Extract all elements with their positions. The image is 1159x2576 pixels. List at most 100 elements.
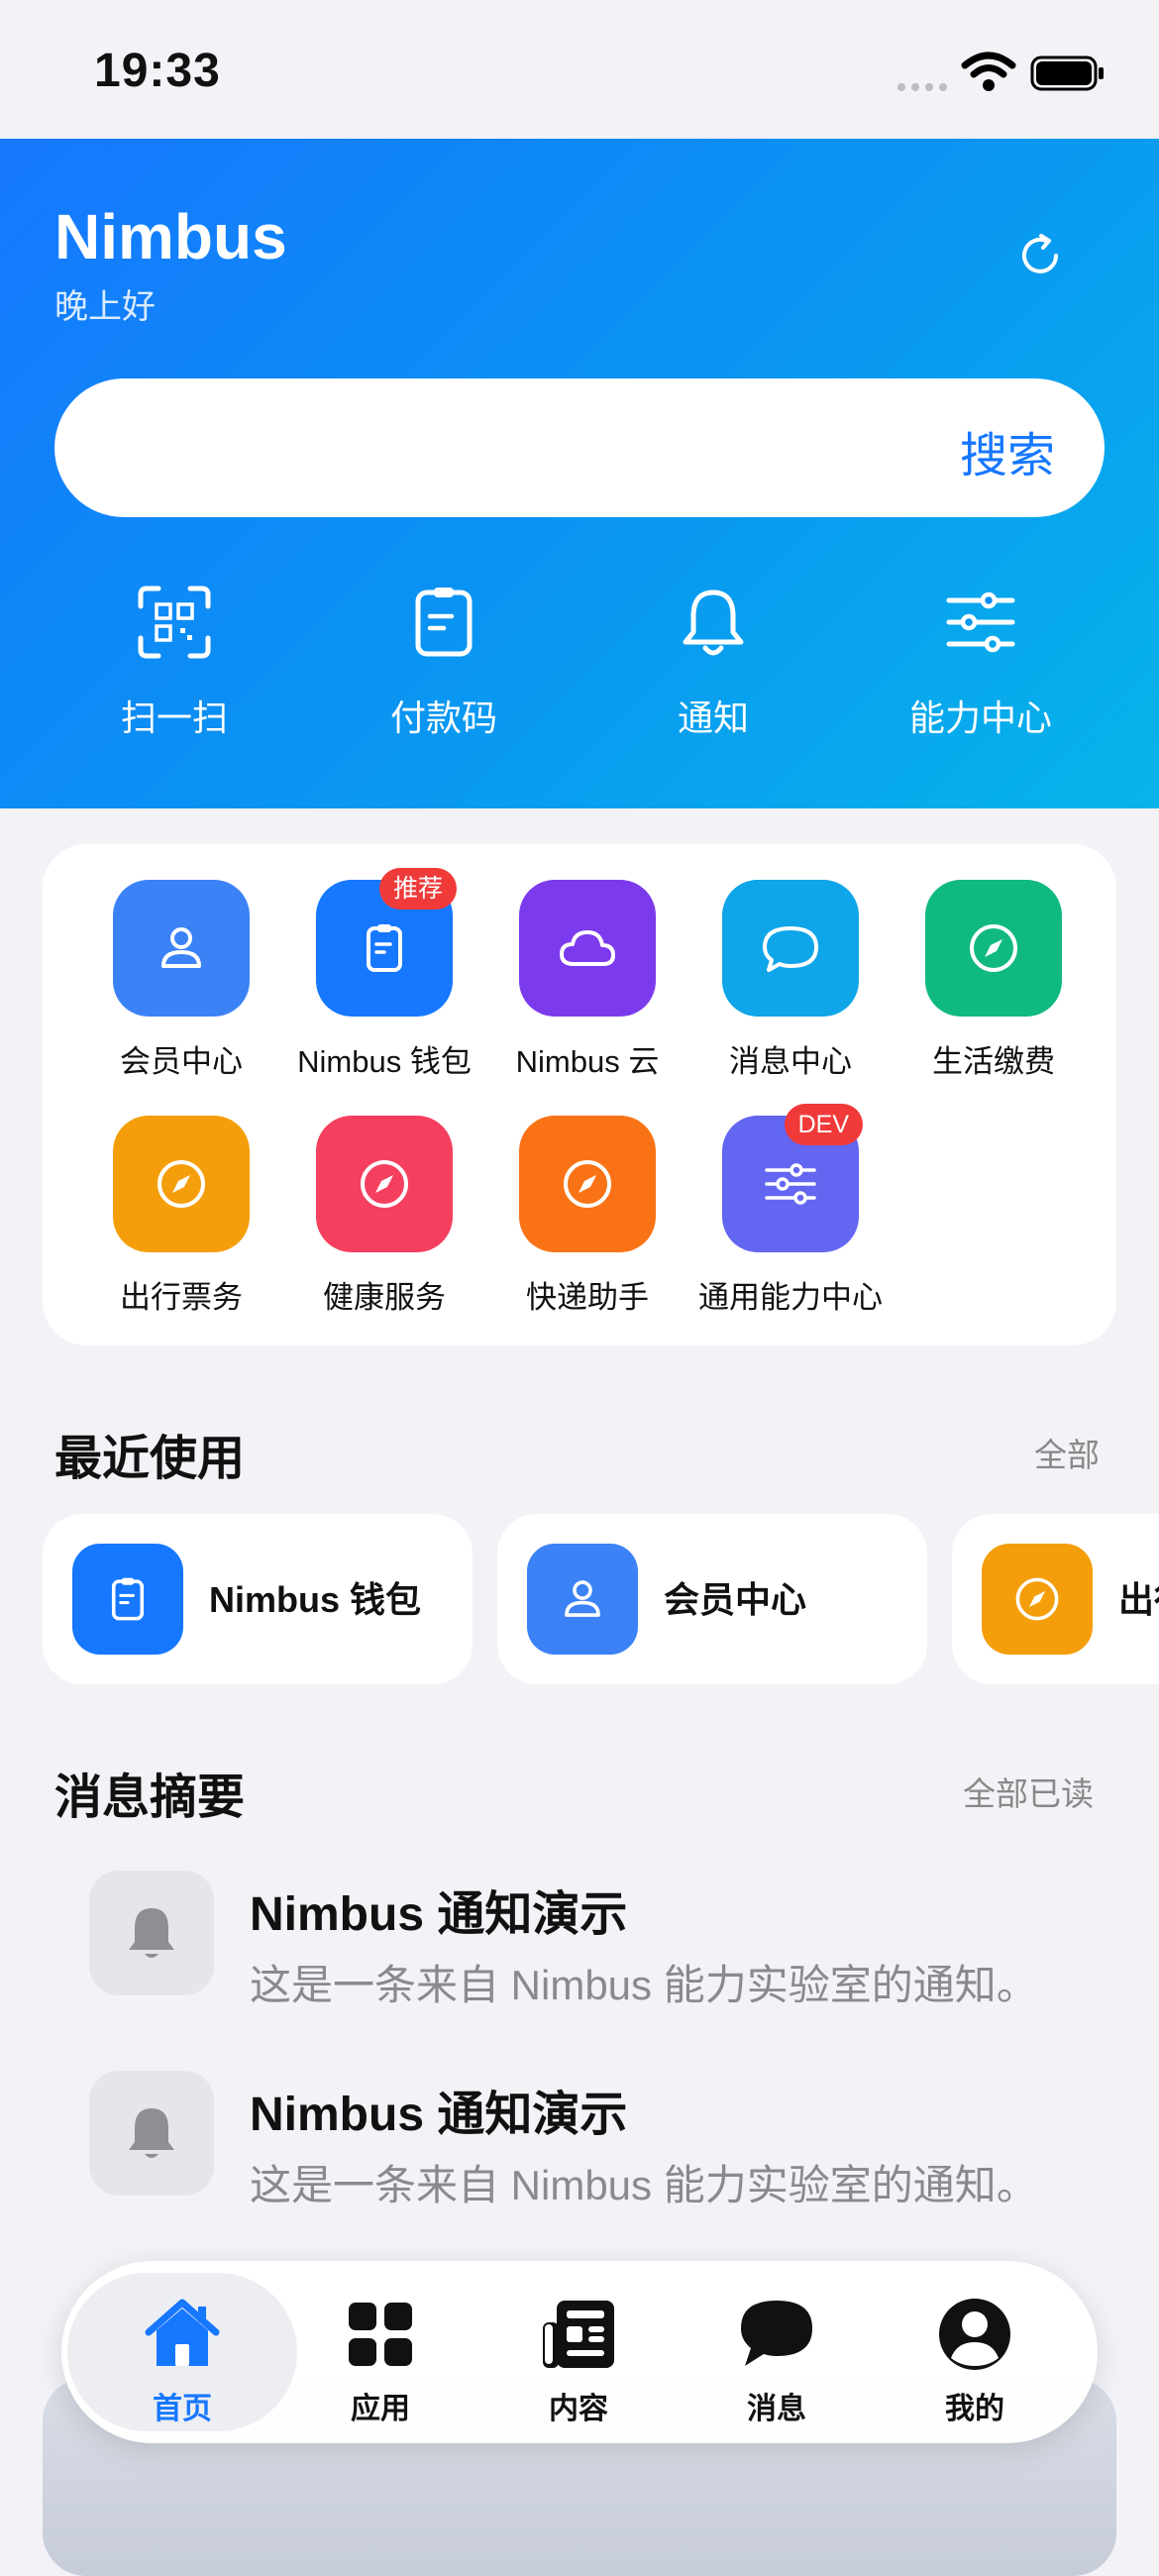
search-bar: 搜索 — [54, 378, 1105, 517]
wallet-icon — [111, 1577, 145, 1621]
compass-icon — [1015, 1577, 1059, 1621]
grid-icon — [349, 2303, 412, 2366]
wifi-icon — [961, 52, 1016, 91]
cellular-signal-icon — [897, 81, 949, 93]
battery-icon — [1030, 55, 1104, 91]
sliders-icon — [946, 591, 1015, 653]
message-body: 这是一条来自 Nimbus 能力实验室的通知。 — [250, 2162, 1038, 2208]
recent-tile — [527, 1544, 638, 1655]
app-label: Nimbus 钱包 — [297, 1044, 472, 1079]
app-label: 通用能力中心 — [698, 1280, 883, 1315]
app-nimbus-cloud[interactable]: Nimbus 云 — [482, 880, 681, 1088]
app-tile — [113, 1116, 250, 1252]
quick-action-label: 通知 — [677, 698, 749, 738]
app-label: 出行票务 — [120, 1280, 243, 1315]
app-title: Nimbus — [54, 201, 287, 272]
app-tile — [925, 880, 1062, 1017]
compass-icon — [158, 1160, 205, 1208]
message-body: 这是一条来自 Nimbus 能力实验室的通知。 — [250, 1962, 1038, 2008]
dev-badge: DEV — [784, 1104, 863, 1145]
hero-header: Nimbus 晚上好 搜索 扫一扫 付款码 通知 能力中心 — [0, 139, 1159, 808]
tab-content[interactable]: 内容 — [479, 2261, 678, 2443]
app-label: 会员中心 — [120, 1044, 243, 1079]
person-icon — [161, 927, 201, 968]
quick-action-payment-code[interactable]: 付款码 — [335, 585, 553, 763]
compass-icon — [970, 924, 1017, 972]
newspaper-icon — [543, 2301, 614, 2368]
search-button[interactable]: 搜索 — [960, 416, 1055, 485]
app-utility-payment[interactable]: 生活缴费 — [889, 880, 1087, 1088]
recommend-badge: 推荐 — [378, 868, 457, 910]
app-travel-tickets[interactable]: 出行票务 — [76, 1116, 274, 1324]
app-grid-card: 会员中心 推荐 Nimbus 钱包 Nimbus 云 消息中心 生活缴费 出行票… — [43, 844, 1116, 1345]
app-label: 消息中心 — [729, 1044, 852, 1079]
message-item[interactable]: Nimbus 通知演示 这是一条来自 Nimbus 能力实验室的通知。 — [89, 2071, 1139, 2239]
quick-action-capability-center[interactable]: 能力中心 — [872, 585, 1090, 763]
recent-item-wallet[interactable]: Nimbus 钱包 — [43, 1514, 473, 1684]
mark-all-read-link[interactable]: 全部已读 — [963, 1768, 1094, 1815]
sliders-icon — [765, 1163, 816, 1205]
message-title: Nimbus 通知演示 — [250, 2089, 628, 2141]
scan-icon — [138, 586, 211, 659]
message-item[interactable]: Nimbus 通知演示 这是一条来自 Nimbus 能力实验室的通知。 — [89, 1871, 1139, 2039]
app-general-capability[interactable]: DEV 通用能力中心 — [685, 1104, 884, 1324]
app-tile: 推荐 — [316, 868, 457, 1017]
app-express-assistant[interactable]: 快递助手 — [482, 1116, 681, 1324]
profile-icon — [939, 2299, 1010, 2370]
person-icon — [565, 1580, 600, 1617]
payment-code-icon — [415, 588, 473, 657]
quick-action-scan[interactable]: 扫一扫 — [65, 585, 283, 763]
wallet-icon — [367, 924, 402, 972]
tab-label: 应用 — [351, 2393, 410, 2425]
recent-all-link[interactable]: 全部 — [1034, 1429, 1100, 1476]
app-label: 生活缴费 — [932, 1044, 1055, 1079]
tab-profile[interactable]: 我的 — [876, 2261, 1074, 2443]
recent-tile — [72, 1544, 183, 1655]
tab-messages[interactable]: 消息 — [678, 2261, 876, 2443]
chat-bubble-icon — [741, 2301, 812, 2366]
refresh-icon[interactable] — [1014, 230, 1066, 281]
compass-icon — [361, 1160, 408, 1208]
tab-label: 首页 — [153, 2393, 212, 2425]
message-icon-box — [89, 2071, 214, 2196]
quick-action-label: 付款码 — [389, 698, 497, 738]
tab-label: 内容 — [549, 2393, 608, 2425]
home-icon — [145, 2299, 220, 2366]
cloud-icon — [560, 930, 615, 966]
tab-label: 我的 — [945, 2393, 1004, 2425]
status-time: 19:33 — [94, 45, 221, 97]
app-tile: DEV — [722, 1104, 863, 1252]
bottom-tab-bar: 首页 应用 内容 消息 我的 — [61, 2261, 1098, 2443]
app-tile — [316, 1116, 453, 1252]
search-input[interactable] — [94, 408, 970, 489]
recent-label: 会员中心 — [664, 1579, 807, 1620]
tab-label: 消息 — [747, 2393, 806, 2425]
app-health-service[interactable]: 健康服务 — [279, 1116, 477, 1324]
app-label: Nimbus 云 — [515, 1044, 660, 1079]
tab-home[interactable]: 首页 — [67, 2261, 297, 2443]
recent-title: 最近使用 — [54, 1433, 246, 1485]
quick-action-label: 扫一扫 — [120, 698, 228, 738]
app-tile — [722, 880, 859, 1017]
recent-item-travel[interactable]: 出行票务 — [952, 1514, 1159, 1684]
message-title: Nimbus 通知演示 — [250, 1888, 628, 1941]
quick-action-notification[interactable]: 通知 — [604, 585, 822, 763]
message-icon-box — [89, 1871, 214, 1995]
app-member-center[interactable]: 会员中心 — [76, 880, 274, 1088]
status-bar: 19:33 — [0, 0, 1159, 139]
app-tile — [113, 880, 250, 1017]
app-nimbus-wallet[interactable]: 推荐 Nimbus 钱包 — [279, 868, 477, 1088]
quick-action-label: 能力中心 — [908, 698, 1052, 738]
bell-icon — [129, 1908, 174, 1958]
tab-apps[interactable]: 应用 — [281, 2261, 479, 2443]
app-tile — [519, 1116, 656, 1252]
messages-title: 消息摘要 — [54, 1771, 246, 1824]
recent-item-member[interactable]: 会员中心 — [497, 1514, 927, 1684]
app-label: 快递助手 — [526, 1280, 649, 1315]
recent-label: 出行票务 — [1118, 1579, 1159, 1620]
greeting-text: 晚上好 — [54, 288, 156, 326]
app-label: 健康服务 — [323, 1280, 446, 1315]
app-message-center[interactable]: 消息中心 — [685, 880, 884, 1088]
chat-icon — [763, 926, 818, 972]
compass-icon — [564, 1160, 611, 1208]
